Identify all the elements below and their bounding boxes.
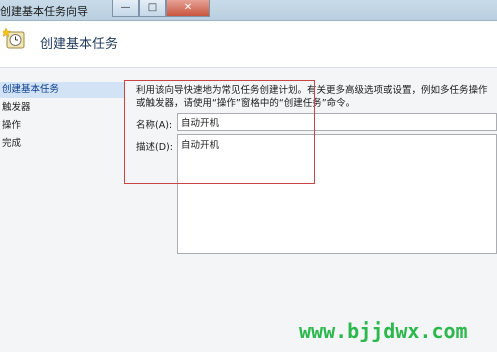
title-bar: 创建基本任务向导 — □ ✕	[0, 0, 497, 21]
description-label: 描述(D):	[136, 142, 173, 153]
description-input[interactable]: 自动开机	[177, 134, 497, 254]
name-input[interactable]	[177, 113, 497, 131]
close-button[interactable]: ✕	[166, 0, 210, 17]
minimize-button[interactable]: —	[112, 0, 139, 17]
wizard-header: 创建基本任务	[0, 21, 497, 68]
nav-step-finish[interactable]: 完成	[0, 136, 21, 152]
window-title: 创建基本任务向导	[0, 5, 88, 18]
intro-text: 利用该向导快速地为常见任务创建计划。有关更多高级选项或设置，例如多任务操作或触发…	[136, 85, 488, 109]
nav-step-action[interactable]: 操作	[0, 118, 21, 134]
nav-step-trigger[interactable]: 触发器	[0, 100, 31, 116]
maximize-button[interactable]: □	[139, 0, 166, 17]
name-label: 名称(A):	[136, 120, 173, 131]
nav-step-create-basic-task[interactable]: 创建基本任务	[0, 82, 124, 98]
wizard-clock-icon	[3, 27, 25, 49]
wizard-steps-nav: 创建基本任务 触发器 操作 完成	[0, 68, 124, 352]
watermark-text: www.bjjdwx.com	[299, 319, 468, 343]
wizard-content: 利用该向导快速地为常见任务创建计划。有关更多高级选项或设置，例如多任务操作或触发…	[133, 80, 497, 352]
page-heading: 创建基本任务	[40, 37, 119, 52]
